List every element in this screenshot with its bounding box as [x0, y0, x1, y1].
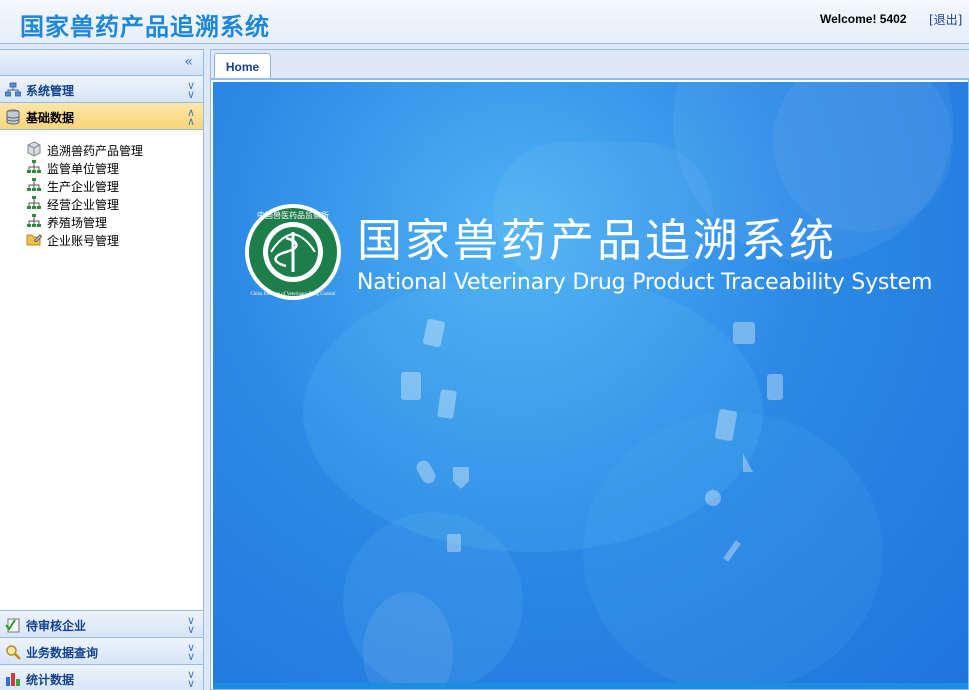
org-tree-icon: [27, 178, 41, 191]
app-title: 国家兽药产品追溯系统: [20, 13, 270, 41]
chevron-down-icon[interactable]: ∨ ∨: [187, 615, 195, 635]
section-pending-review[interactable]: 待审核企业 ∨ ∨: [0, 610, 203, 637]
tab-label: Home: [225, 60, 260, 74]
menu-item-label: 经营企业管理: [47, 198, 120, 212]
menu-item-enterprise-accounts[interactable]: 企业账号管理: [26, 230, 203, 248]
magnifier-icon: [6, 645, 21, 660]
org-tree-icon: [27, 196, 41, 209]
welcome-banner: 中国兽医药品监察所 China Institute of Veterinary …: [213, 82, 968, 689]
tab-content-home: 中国兽医药品监察所 China Institute of Veterinary …: [210, 78, 969, 690]
sidebar: « 系统管理 ∨ ∨ 基础数据 ∧ ∧ 追溯兽药产品管理 监管单位管理 生产企业…: [0, 49, 204, 690]
section-label: 系统管理: [26, 84, 75, 98]
section-business-query[interactable]: 业务数据查询 ∨ ∨: [0, 637, 203, 664]
checklist-icon: [5, 618, 20, 633]
menu-item-label: 追溯兽药产品管理: [47, 144, 144, 158]
chevron-down-icon[interactable]: ∨ ∨: [187, 669, 195, 689]
cube-icon: [27, 141, 41, 157]
bar-chart-icon: [6, 673, 20, 686]
menu-item-label: 企业账号管理: [47, 234, 120, 248]
menu-item-label: 监管单位管理: [47, 162, 120, 176]
basic-data-menu: 追溯兽药产品管理 监管单位管理 生产企业管理 经营企业管理 养殖场管理 企业账号…: [0, 130, 203, 635]
welcome-text: Welcome! 5402: [820, 12, 907, 26]
app-header: 国家兽药产品追溯系统 Welcome! 5402 [退出]: [0, 0, 969, 44]
org-tree-icon: [27, 214, 41, 227]
menu-item-farms[interactable]: 养殖场管理: [26, 212, 203, 230]
collapse-left-icon[interactable]: «: [184, 54, 193, 70]
tab-strip: Home: [210, 49, 969, 80]
tab-home[interactable]: Home: [214, 53, 271, 80]
chevron-up-icon[interactable]: ∧ ∧: [187, 107, 195, 127]
logout-link[interactable]: [退出]: [929, 11, 962, 28]
section-statistics[interactable]: 统计数据 ∨ ∨: [0, 664, 203, 690]
pharma-icons-decoration: [401, 318, 783, 562]
database-icon: [6, 109, 20, 125]
menu-item-regulatory-units[interactable]: 监管单位管理: [26, 158, 203, 176]
menu-item-traceable-products[interactable]: 追溯兽药产品管理: [26, 140, 203, 158]
org-tree-icon: [27, 160, 41, 173]
folder-edit-icon: [26, 234, 42, 246]
menu-item-distributors[interactable]: 经营企业管理: [26, 194, 203, 212]
section-label: 基础数据: [26, 111, 75, 125]
section-system-management[interactable]: 系统管理 ∨ ∨: [0, 76, 203, 103]
sidebar-collapse-bar: «: [0, 50, 203, 76]
menu-item-label: 养殖场管理: [47, 216, 108, 230]
bottom-sections: 待审核企业 ∨ ∨ 业务数据查询 ∨ ∨ 统计数据 ∨ ∨: [0, 610, 203, 690]
section-label: 业务数据查询: [26, 646, 99, 660]
section-basic-data[interactable]: 基础数据 ∧ ∧: [0, 103, 203, 130]
chevron-down-icon[interactable]: ∨ ∨: [187, 80, 195, 100]
chevron-down-icon[interactable]: ∨ ∨: [187, 642, 195, 662]
menu-item-label: 生产企业管理: [47, 180, 120, 194]
hierarchy-icon: [5, 82, 21, 97]
menu-item-manufacturers[interactable]: 生产企业管理: [26, 176, 203, 194]
banner-bottom-edge: [213, 683, 968, 689]
section-label: 待审核企业: [26, 619, 87, 633]
section-label: 统计数据: [26, 673, 75, 687]
